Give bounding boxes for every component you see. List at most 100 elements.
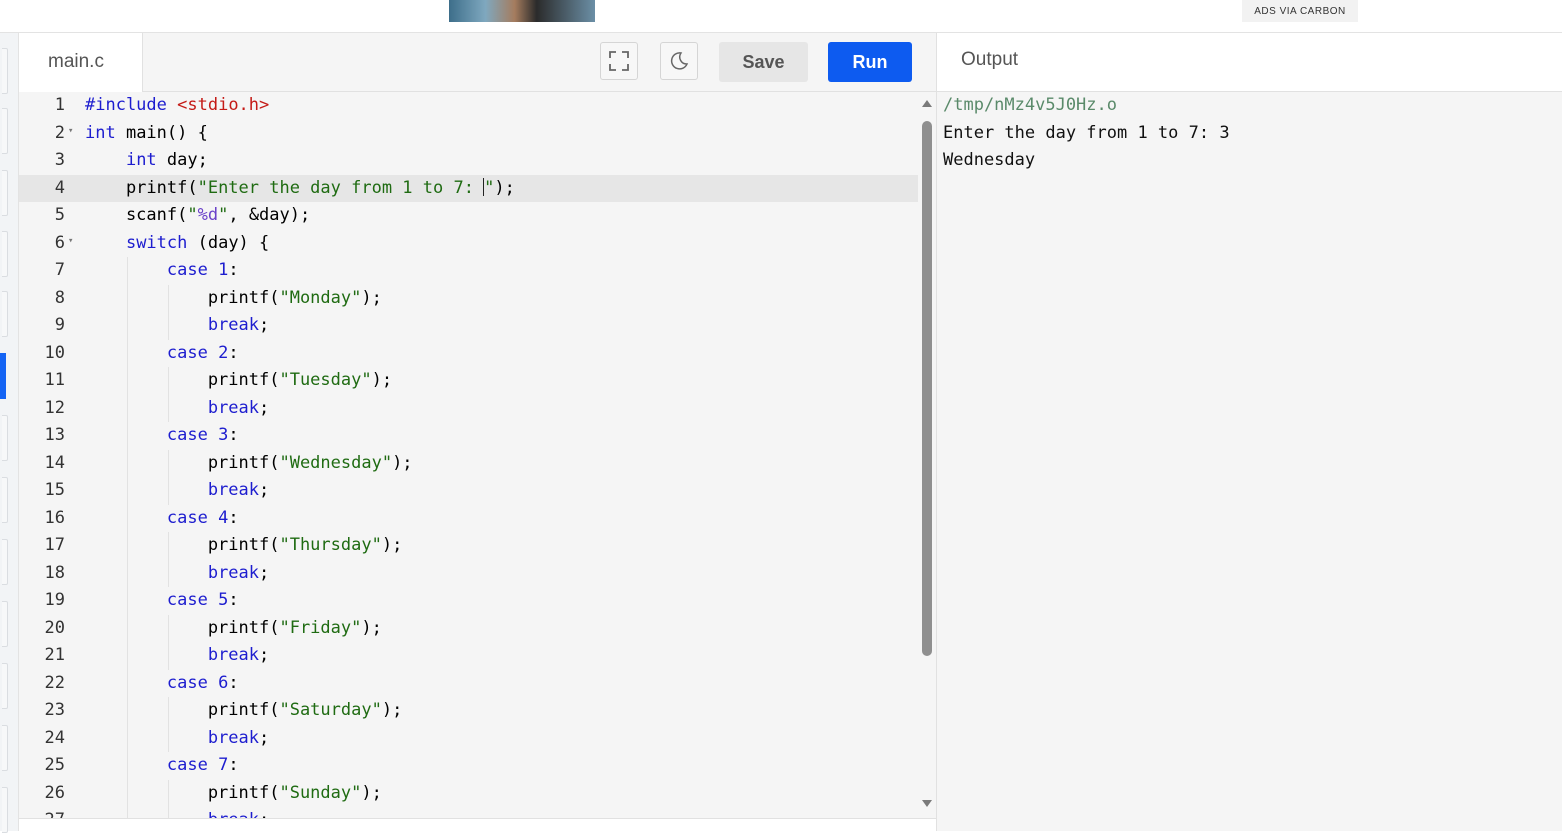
code-text: case 6: [166, 672, 239, 693]
code-text: break; [207, 315, 270, 335]
scrollbar-thumb[interactable] [922, 121, 932, 656]
code-line[interactable]: 24 break; [19, 724, 918, 752]
code-text: case 7: [166, 755, 239, 775]
code-line[interactable]: 10 case 2: [19, 339, 918, 367]
line-number: 7 [54, 260, 65, 280]
code-line[interactable]: 11 printf("Tuesday"); [19, 367, 918, 395]
code-line[interactable]: 3 int day; [19, 147, 918, 175]
line-number: 10 [44, 342, 65, 363]
code-line[interactable]: 12 break; [19, 394, 918, 422]
code-line[interactable]: 26 printf("Sunday"); [19, 779, 918, 807]
rail-tab[interactable] [2, 108, 8, 154]
line-number: 21 [44, 645, 65, 665]
rail-tab[interactable] [2, 291, 8, 337]
ad-banner[interactable]: ADS VIA CARBON [0, 0, 1562, 32]
code-line[interactable]: 22 case 6: [19, 669, 918, 697]
code-text: break; [207, 562, 270, 583]
editor-header: main.c Save Run [19, 33, 937, 92]
output-header: Output [937, 33, 1562, 92]
line-number: 22 [44, 672, 65, 693]
code-text: break; [207, 397, 270, 418]
code-line[interactable]: 25 case 7: [19, 752, 918, 780]
code-line[interactable]: 27 break; [19, 807, 918, 818]
code-line[interactable]: 21 break; [19, 642, 918, 670]
code-line[interactable]: 15 break; [19, 477, 918, 505]
code-line[interactable]: 13 case 3: [19, 422, 918, 450]
output-line: Enter the day from 1 to 7: 3 [943, 122, 1230, 143]
line-number: 11 [44, 370, 65, 390]
code-text: case 5: [166, 590, 239, 610]
code-text: switch (day) { [125, 232, 270, 253]
code-editor[interactable]: 1 #include <stdio.h> 2 ▾ int main() {3 int d… [19, 92, 918, 818]
rail-active-indicator [0, 353, 6, 399]
code-line[interactable]: 16 case 4: [19, 504, 918, 532]
rail-tab[interactable] [2, 415, 8, 461]
code-text: printf("Sunday"); [85, 782, 382, 803]
code-line[interactable]: 1 #include <stdio.h> [19, 92, 918, 120]
code-line[interactable]: 23 printf("Saturday"); [19, 697, 918, 725]
line-number: 18 [44, 562, 65, 583]
output-title: Output [961, 49, 1019, 70]
editor-scrollbar[interactable] [918, 92, 936, 818]
code-line[interactable]: 5 scanf("%d", &day); [19, 202, 918, 230]
code-line[interactable]: 19 case 5: [19, 587, 918, 615]
scroll-down-arrow-icon[interactable] [922, 800, 932, 807]
rail-tab[interactable] [2, 787, 8, 833]
ad-image[interactable] [449, 0, 595, 22]
rail-tab[interactable] [2, 170, 8, 216]
line-number: 17 [44, 535, 65, 555]
rail-tab[interactable] [2, 477, 8, 523]
code-line[interactable]: 4 printf("Enter the day from 1 to 7: "); [19, 174, 918, 202]
rail-tab[interactable] [2, 231, 8, 277]
editor-footer [19, 818, 937, 832]
line-number: 15 [44, 480, 65, 500]
file-tab-main-c[interactable]: main.c [19, 33, 143, 92]
code-line[interactable]: 14 printf("Wednesday"); [19, 449, 918, 477]
run-button[interactable]: Run [828, 42, 912, 82]
code-line[interactable]: 18 break; [19, 559, 918, 587]
ads-via-carbon-label[interactable]: ADS VIA CARBON [1242, 0, 1358, 22]
rail-tab[interactable] [2, 48, 8, 94]
fold-arrow-icon[interactable]: ▾ [68, 118, 73, 146]
output-file-path: /tmp/nMz4v5J0Hz.o [943, 95, 1117, 115]
code-line[interactable]: 7 case 1: [19, 257, 918, 285]
line-number: 26 [44, 782, 65, 803]
code-text: case 3: [166, 425, 239, 445]
code-text: printf("Saturday"); [85, 700, 403, 720]
code-text: case 1: [166, 260, 239, 280]
code-line[interactable]: 9 break; [19, 312, 918, 340]
fold-arrow-icon[interactable]: ▾ [68, 228, 73, 256]
code-text: scanf("%d", &day); [85, 205, 311, 225]
code-line[interactable]: 20 printf("Friday"); [19, 614, 918, 642]
left-rail [0, 33, 19, 833]
rail-tab[interactable] [2, 601, 8, 647]
save-button[interactable]: Save [719, 42, 808, 82]
code-text: printf("Wednesday"); [85, 452, 413, 473]
line-number: 20 [44, 617, 65, 638]
moon-icon [670, 52, 689, 70]
line-number: 24 [44, 727, 65, 748]
code-line[interactable]: 17 printf("Thursday"); [19, 532, 918, 560]
text-cursor [483, 177, 485, 196]
theme-toggle-button[interactable] [660, 42, 698, 80]
line-number: 23 [44, 700, 65, 720]
line-number: 3 [54, 150, 65, 170]
code-line[interactable]: 8 printf("Monday"); [19, 284, 918, 312]
line-number: 16 [44, 507, 65, 528]
code-text: case 2: [166, 342, 239, 363]
code-line[interactable]: 2 ▾ int main() { [19, 120, 918, 148]
rail-tab[interactable] [2, 725, 8, 771]
scroll-up-arrow-icon[interactable] [922, 100, 932, 107]
fullscreen-button[interactable] [600, 42, 638, 80]
rail-tab[interactable] [2, 539, 8, 585]
output-console[interactable]: /tmp/nMz4v5J0Hz.o Enter the day from 1 to… [937, 92, 1562, 831]
code-text: printf("Thursday"); [85, 535, 403, 555]
output-line: Wednesday [943, 150, 1036, 170]
line-number: 2 [54, 122, 65, 143]
code-text: #include <stdio.h> [85, 95, 270, 115]
rail-tab[interactable] [2, 663, 8, 709]
code-line[interactable]: 6 ▾ switch (day) { [19, 230, 918, 258]
line-number: 12 [44, 397, 65, 418]
code-text: printf("Monday"); [85, 287, 382, 308]
line-number: 5 [54, 205, 65, 225]
